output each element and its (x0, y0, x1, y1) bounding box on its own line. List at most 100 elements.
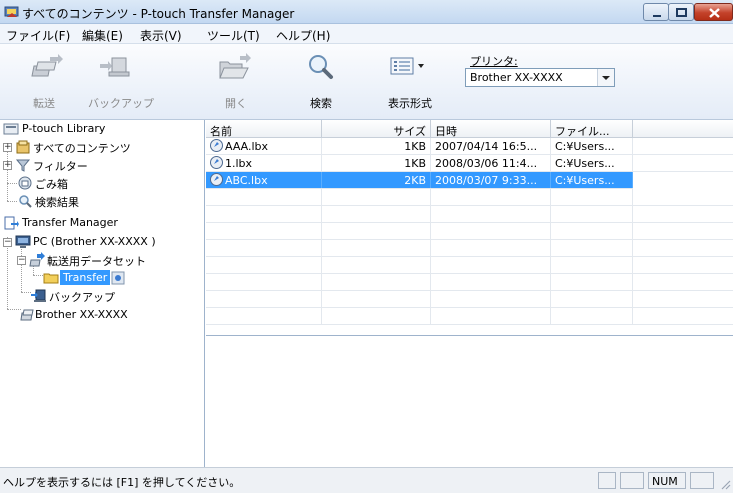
backup-icon (100, 57, 130, 77)
transfer-status-icon (111, 271, 125, 285)
table-row[interactable]: AAA.lbx 1KB 2007/04/14 16:5... C:¥Users.… (206, 138, 733, 155)
status-bar: ヘルプを表示するには [F1] を押してください。 NUM (0, 467, 733, 493)
status-text: ヘルプを表示するには [F1] を押してください。 (3, 476, 241, 489)
menu-tools[interactable]: ツール(T) (207, 27, 260, 44)
file-path: C:¥Users... (551, 138, 633, 154)
open-icon (219, 53, 251, 79)
window-title: すべてのコンテンツ - P-touch Transfer Manager (22, 7, 295, 21)
empty-row (206, 308, 733, 325)
backup-icon (31, 289, 46, 302)
backup-label: バックアップ (88, 97, 154, 110)
tree-item-backup[interactable]: バックアップ (0, 287, 205, 305)
column-header-path[interactable]: ファイル... (551, 120, 633, 138)
lbx-file-icon (210, 139, 223, 152)
file-date: 2007/04/14 16:5... (431, 138, 551, 154)
file-name: ABC.lbx (225, 172, 322, 188)
empty-row (206, 240, 733, 257)
transfer-label: 転送 (33, 97, 55, 110)
expand-icon[interactable]: + (3, 161, 12, 170)
open-button[interactable] (214, 52, 254, 82)
tree-item-trash[interactable]: ごみ箱 (0, 174, 205, 192)
close-icon (709, 8, 720, 18)
chevron-down-icon (602, 76, 610, 80)
search-results-icon (19, 195, 32, 208)
tree-item-search-results[interactable]: 検索結果 (0, 192, 205, 210)
status-panel (620, 472, 644, 489)
expand-icon[interactable]: + (3, 143, 12, 152)
view-mode-icon (390, 57, 424, 75)
file-name: AAA.lbx (225, 138, 322, 154)
file-path: C:¥Users... (551, 172, 633, 188)
collapse-icon[interactable]: − (3, 238, 12, 247)
toolbar: 転送 バックアップ 開く 検索 表示形式 プリンタ: Brother XX-XX… (0, 44, 733, 120)
library-icon (3, 123, 19, 135)
menu-edit[interactable]: 編集(E) (82, 27, 123, 44)
computer-icon (15, 235, 31, 248)
folder-tree[interactable]: P-touch Library + すべてのコンテンツ + フィルター ごみ箱 … (0, 120, 205, 467)
preview-pane (206, 337, 733, 467)
title-bar[interactable]: すべてのコンテンツ - P-touch Transfer Manager (0, 0, 733, 24)
dropdown-button[interactable] (597, 69, 614, 86)
menu-view[interactable]: 表示(V) (140, 27, 182, 44)
all-contents-icon (16, 140, 30, 154)
tree-item-filter[interactable]: + フィルター (0, 156, 205, 174)
file-date: 2008/03/06 11:4... (431, 155, 551, 171)
empty-row (206, 257, 733, 274)
backup-button[interactable] (96, 52, 136, 82)
empty-row (206, 206, 733, 223)
tree-item-printer[interactable]: Brother XX-XXXX (0, 306, 205, 324)
search-button[interactable] (302, 52, 342, 82)
status-panel (598, 472, 616, 489)
resize-grip-icon[interactable] (719, 478, 731, 490)
close-button[interactable] (694, 3, 733, 21)
column-header-name[interactable]: 名前 (206, 120, 322, 138)
column-header-date[interactable]: 日時 (431, 120, 551, 138)
transfer-button[interactable] (26, 52, 66, 82)
menu-file[interactable]: ファイル(F) (6, 27, 70, 44)
view-button[interactable] (388, 52, 428, 82)
maximize-icon (676, 8, 687, 17)
open-label: 開く (225, 97, 247, 110)
folder-icon (43, 273, 59, 284)
app-icon (4, 6, 19, 17)
tree-item-all-contents[interactable]: + すべてのコンテンツ (0, 138, 205, 156)
table-row[interactable]: 1.lbx 1KB 2008/03/06 11:4... C:¥Users... (206, 155, 733, 172)
printer-value: Brother XX-XXXX (470, 71, 563, 84)
empty-row (206, 223, 733, 240)
printer-select[interactable]: Brother XX-XXXX (465, 68, 615, 87)
tree-item-pc[interactable]: − PC (Brother XX-XXXX ) (0, 233, 205, 251)
tree-item-transfer-folder[interactable]: Transfer (0, 269, 205, 287)
file-size: 1KB (322, 155, 431, 171)
num-lock-indicator: NUM (648, 472, 686, 489)
empty-row (206, 274, 733, 291)
file-path: C:¥Users... (551, 155, 633, 171)
tree-item-transfer-manager[interactable]: Transfer Manager (0, 214, 205, 232)
file-size: 1KB (322, 138, 431, 154)
tree-item-transfer-set[interactable]: − 転送用データセット (0, 251, 205, 269)
transfer-manager-icon (4, 216, 19, 230)
trash-icon (18, 176, 32, 190)
file-size: 2KB (322, 172, 431, 188)
file-list[interactable]: 名前 サイズ 日時 ファイル... AAA.lbx 1KB 2007/04/14… (206, 120, 733, 336)
printer-label: プリンタ: (470, 55, 518, 68)
menu-help[interactable]: ヘルプ(H) (276, 27, 330, 44)
tree-item-library[interactable]: P-touch Library (0, 120, 205, 138)
transfer-icon (31, 54, 63, 77)
search-label: 検索 (310, 97, 332, 110)
lbx-file-icon (210, 156, 223, 169)
empty-row (206, 291, 733, 308)
menu-bar: ファイル(F) 編集(E) 表示(V) ツール(T) ヘルプ(H) (0, 24, 733, 44)
minimize-button[interactable] (643, 3, 669, 21)
view-label: 表示形式 (388, 97, 432, 110)
lbx-file-icon (210, 173, 223, 186)
search-icon (309, 55, 333, 79)
printer-icon (20, 309, 34, 321)
empty-row (206, 189, 733, 206)
column-header-size[interactable]: サイズ (322, 120, 431, 138)
table-row-selected[interactable]: ABC.lbx 2KB 2008/03/07 9:33... C:¥Users.… (206, 172, 633, 189)
file-date: 2008/03/07 9:33... (431, 172, 551, 188)
minimize-icon (653, 15, 661, 17)
collapse-icon[interactable]: − (17, 256, 26, 265)
file-name: 1.lbx (225, 155, 322, 171)
maximize-button[interactable] (668, 3, 694, 21)
